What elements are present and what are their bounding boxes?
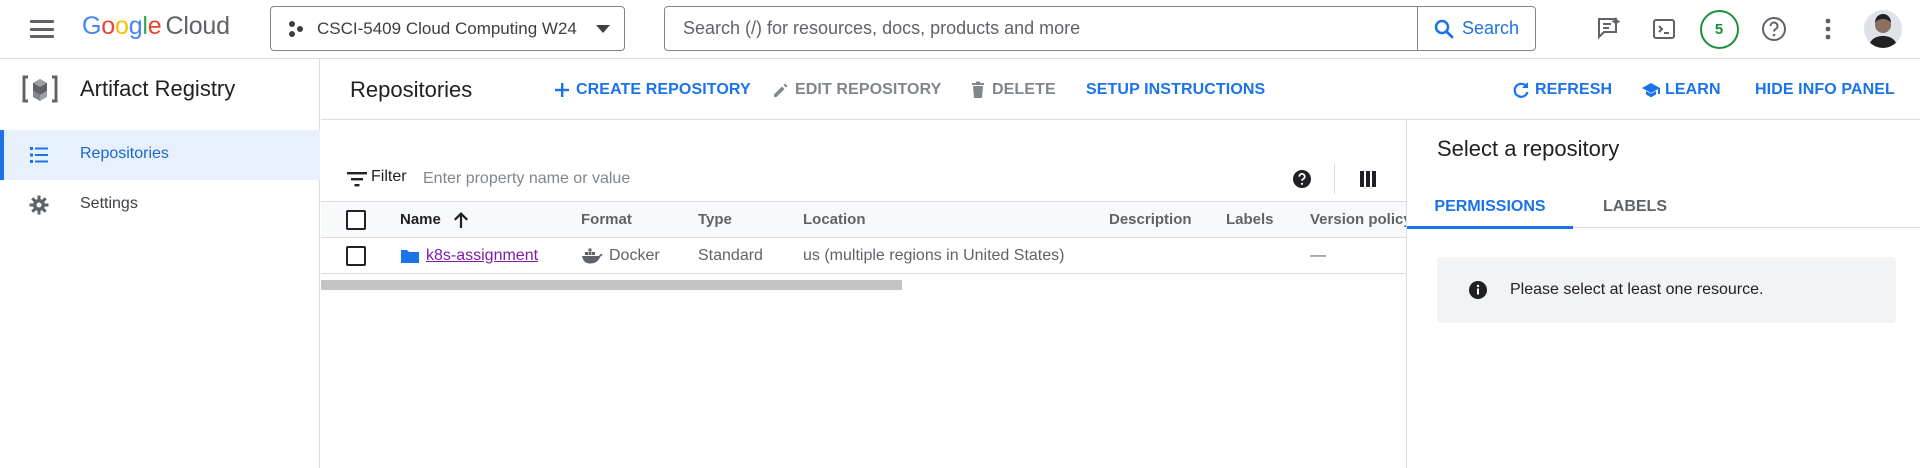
divider: [1334, 164, 1335, 194]
hide-info-panel-button[interactable]: HIDE INFO PANEL: [1755, 78, 1895, 102]
hide-info-panel-label: HIDE INFO PANEL: [1755, 81, 1895, 98]
chevron-down-icon: [596, 24, 610, 33]
filter-input[interactable]: [423, 166, 923, 192]
repo-format: Docker: [609, 246, 660, 264]
logo-letter: o: [101, 12, 115, 40]
google-cloud-logo[interactable]: Google Cloud: [82, 12, 230, 41]
filter-icon: [347, 172, 367, 187]
repo-version-policy: —: [1310, 246, 1326, 264]
search-button[interactable]: Search: [1417, 7, 1535, 50]
column-header-description[interactable]: Description: [1109, 202, 1192, 237]
help-icon[interactable]: [1754, 9, 1794, 49]
search-bar: Search: [664, 6, 1536, 51]
product-header: Artifact Registry: [0, 59, 320, 121]
logo-letter: G: [82, 12, 102, 40]
gear-icon: [29, 195, 49, 215]
sidebar-item-repositories[interactable]: Repositories: [0, 130, 320, 180]
arrow-up-icon: [453, 211, 468, 228]
logo-letter: g: [128, 12, 143, 40]
school-icon: [1642, 83, 1660, 98]
repo-format-cell: Docker: [581, 238, 660, 273]
repositories-table-area: Filter Name Format Type Location Descrip…: [321, 120, 1412, 468]
add-icon: [555, 83, 569, 97]
menu-icon[interactable]: [28, 17, 56, 41]
tab-labels[interactable]: LABELS: [1603, 186, 1667, 228]
table-header-row: Name Format Type Location Description La…: [321, 201, 1412, 238]
refresh-button[interactable]: REFRESH: [1511, 78, 1612, 102]
delete-button[interactable]: DELETE: [968, 78, 1056, 102]
search-icon: [1434, 19, 1454, 38]
column-display-icon[interactable]: [1355, 166, 1381, 192]
filter-label: Filter: [371, 168, 407, 185]
product-title: Artifact Registry: [80, 76, 236, 101]
artifact-registry-icon: [22, 75, 58, 103]
project-name: CSCI-5409 Cloud Computing W24: [317, 18, 577, 38]
repo-type: Standard: [698, 246, 763, 264]
filter-bar: Filter: [321, 158, 1406, 200]
column-header-name[interactable]: Name: [400, 202, 469, 237]
column-header-location[interactable]: Location: [803, 202, 866, 237]
learn-button[interactable]: LEARN: [1641, 78, 1721, 102]
repo-name-link[interactable]: k8s-assignment: [426, 247, 538, 265]
column-header-version-policy[interactable]: Version policy: [1310, 202, 1412, 237]
edit-repository-button[interactable]: EDIT REPOSITORY: [771, 78, 941, 102]
avatar: [1864, 10, 1902, 48]
learn-label: LEARN: [1665, 81, 1721, 98]
repo-location: us (multiple regions in United States): [803, 246, 1065, 264]
logo-letter: o: [114, 12, 129, 40]
table-row: k8s-assignment Docker Standard us (multi…: [321, 238, 1406, 274]
info-icon: [1469, 281, 1487, 299]
sidebar-item-label: Repositories: [80, 145, 169, 162]
info-panel-title: Select a repository: [1437, 136, 1620, 161]
create-repository-label: CREATE REPOSITORY: [576, 81, 751, 98]
select-all-checkbox[interactable]: [346, 209, 366, 230]
folder-icon: [401, 249, 419, 263]
search-input[interactable]: [665, 7, 1417, 50]
trash-icon: [972, 81, 984, 98]
tab-permissions[interactable]: PERMISSIONS: [1407, 186, 1573, 229]
project-picker[interactable]: CSCI-5409 Cloud Computing W24: [270, 6, 625, 51]
cloud-shell-icon[interactable]: [1644, 9, 1684, 49]
refresh-label: REFRESH: [1535, 81, 1613, 98]
select-all-cell: [346, 202, 366, 237]
column-header-label: Name: [400, 211, 441, 228]
sidebar-item-settings[interactable]: Settings: [0, 180, 320, 230]
more-vert-icon[interactable]: [1808, 9, 1848, 49]
repo-name-cell: k8s-assignment: [400, 238, 538, 273]
info-panel: Select a repository PERMISSIONS LABELS P…: [1406, 120, 1920, 468]
notifications-button[interactable]: 5: [1699, 9, 1739, 49]
page-title: Repositories: [350, 77, 473, 102]
logo-cloud-text: Cloud: [165, 12, 230, 40]
list-icon: [30, 147, 48, 163]
feedback-icon[interactable]: [1589, 9, 1629, 49]
horizontal-scrollbar[interactable]: [321, 280, 902, 290]
row-select-cell: [346, 238, 366, 273]
edit-repository-label: EDIT REPOSITORY: [795, 81, 942, 98]
action-bar: Repositories CREATE REPOSITORY EDIT REPO…: [321, 59, 1920, 120]
project-icon: [289, 20, 303, 37]
row-checkbox[interactable]: [346, 245, 366, 266]
sidebar-item-label: Settings: [80, 195, 138, 212]
column-header-labels[interactable]: Labels: [1226, 202, 1274, 237]
info-notice-text: Please select at least one resource.: [1510, 281, 1764, 298]
delete-label: DELETE: [992, 81, 1056, 98]
column-header-format[interactable]: Format: [581, 202, 632, 237]
column-header-type[interactable]: Type: [698, 202, 732, 237]
edit-icon: [774, 83, 788, 97]
help-icon[interactable]: [1289, 166, 1315, 192]
setup-instructions-label: SETUP INSTRUCTIONS: [1086, 81, 1266, 98]
left-navigation: Artifact Registry Repositories Settings: [0, 59, 320, 468]
logo-letter: e: [147, 12, 162, 40]
docker-icon: [582, 248, 603, 263]
create-repository-button[interactable]: CREATE REPOSITORY: [552, 78, 751, 102]
info-notice: Please select at least one resource.: [1437, 257, 1896, 323]
top-header: Google Cloud CSCI-5409 Cloud Computing W2…: [0, 0, 1920, 59]
info-panel-tabs: PERMISSIONS LABELS: [1407, 186, 1920, 229]
notification-count-badge: 5: [1699, 9, 1739, 49]
refresh-icon: [1513, 82, 1529, 98]
setup-instructions-button[interactable]: SETUP INSTRUCTIONS: [1086, 78, 1265, 102]
account-button[interactable]: [1863, 9, 1903, 49]
search-button-label: Search: [1461, 18, 1520, 38]
